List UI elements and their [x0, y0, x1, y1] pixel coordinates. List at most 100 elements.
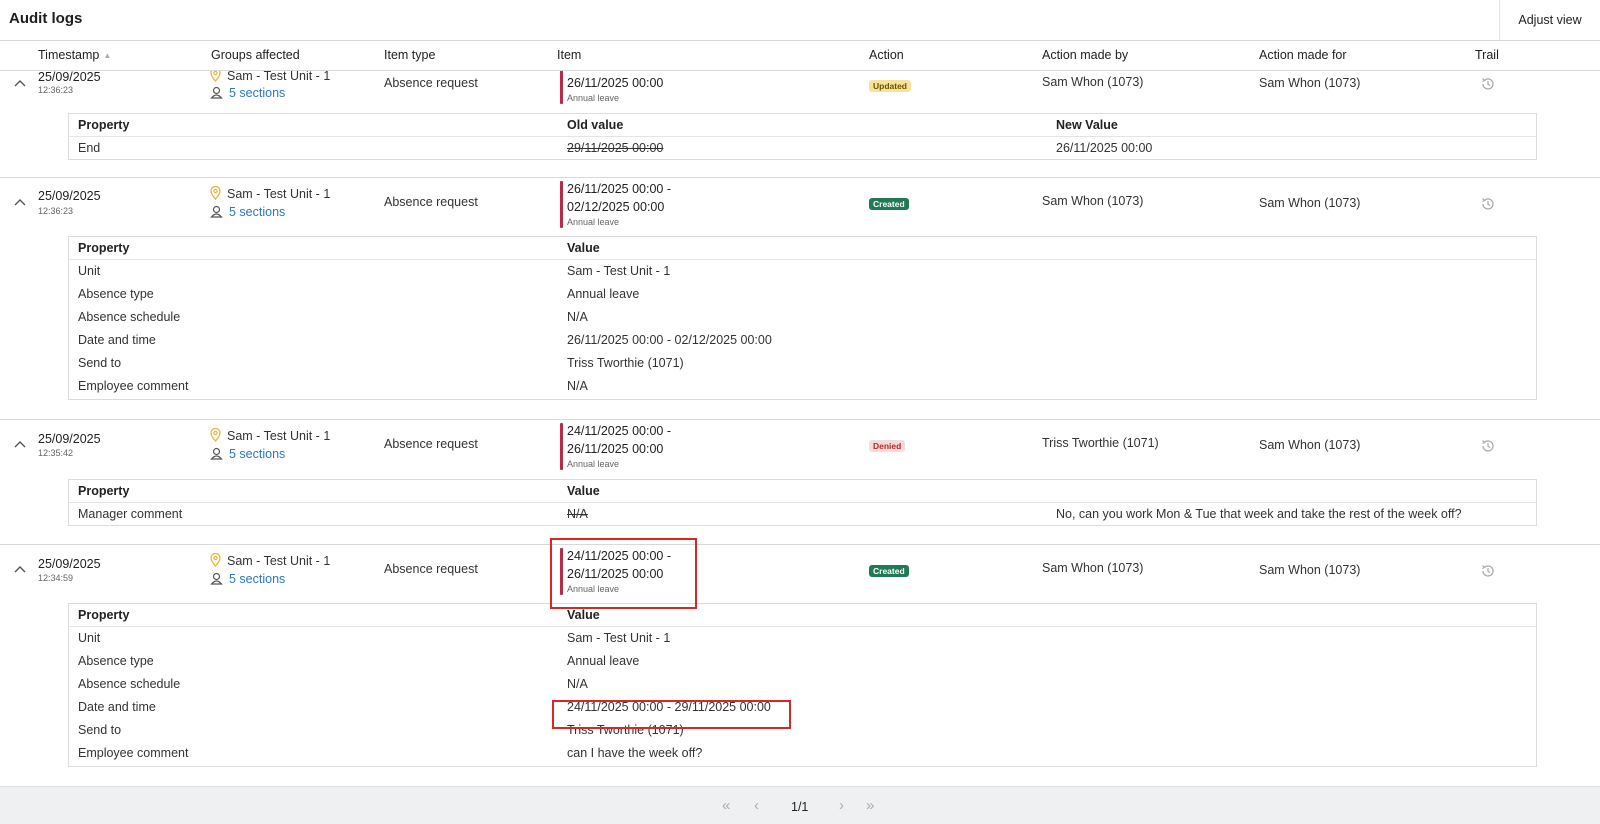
item-type: Absence request — [384, 195, 478, 209]
footer: « ‹ 1/1 › » — [0, 786, 1600, 824]
detail-value: 26/11/2025 00:00 - 02/12/2025 00:00 — [567, 333, 772, 347]
table-row: 25/09/2025 12:35:42 Sam - Test Unit - 1 … — [0, 420, 1600, 545]
trail-button[interactable] — [1480, 438, 1496, 454]
row-detail-table: Property Value Unit Sam - Test Unit - 1 A… — [68, 603, 1537, 767]
detail-property: Unit — [78, 631, 101, 645]
table-header: Timestamp ▲ Groups affected Item type Ite… — [0, 41, 1600, 71]
column-header-action: Action — [869, 48, 904, 62]
trail-button[interactable] — [1480, 563, 1496, 579]
group-unit-label: Sam - Test Unit - 1 — [227, 71, 331, 83]
sections-label: 5 sections — [229, 572, 286, 586]
timestamp-time: 12:36:23 — [38, 85, 74, 95]
detail-row: Date and time 24/11/2025 00:00 - 29/11/20… — [69, 696, 1536, 719]
timestamp-time: 12:35:42 — [38, 448, 74, 458]
sections-link[interactable]: 5 sections — [210, 205, 285, 221]
timestamp-date: 25/09/2025 — [38, 432, 101, 446]
row-detail-table: Property Value Manager comment N/A No, c… — [68, 479, 1537, 526]
detail-header-value: Value — [567, 608, 600, 622]
group-unit: Sam - Test Unit - 1 — [210, 185, 331, 203]
detail-value: N/A — [567, 379, 588, 393]
column-header-timestamp[interactable]: Timestamp ▲ — [38, 48, 111, 62]
double-chevron-left-icon: « — [722, 797, 731, 814]
highlight-date-box — [552, 700, 791, 729]
collapse-row-button[interactable] — [13, 78, 27, 88]
action-made-by: Triss Tworthie (1071) — [1042, 436, 1159, 450]
group-unit-label: Sam - Test Unit - 1 — [227, 429, 331, 443]
next-page-button[interactable]: › — [839, 798, 844, 813]
detail-row: Unit Sam - Test Unit - 1 — [69, 627, 1536, 650]
detail-value: N/A — [567, 310, 588, 324]
column-header-made-for: Action made for — [1259, 48, 1347, 62]
table-row: 25/09/2025 12:36:23 Sam - Test Unit - 1 … — [0, 71, 1600, 178]
sections-label: 5 sections — [229, 205, 286, 219]
first-page-button[interactable]: « — [722, 797, 731, 814]
history-icon — [1480, 198, 1496, 215]
sections-link[interactable]: 5 sections — [210, 572, 285, 588]
page-indicator: 1/1 — [791, 800, 809, 814]
sections-link[interactable]: 5 sections — [210, 86, 285, 102]
detail-property: Date and time — [78, 700, 156, 714]
item-type: Absence request — [384, 437, 478, 451]
item-type: Absence request — [384, 562, 478, 576]
history-icon — [1480, 565, 1496, 582]
detail-old-value: N/A — [567, 507, 588, 521]
item-line: 26/11/2025 00:00 — [567, 442, 664, 456]
group-unit: Sam - Test Unit - 1 — [210, 427, 331, 445]
item-line: 24/11/2025 00:00 - — [567, 424, 672, 438]
row-detail-table: Property Old value New Value End 29/11/2… — [68, 113, 1537, 160]
detail-new-value: No, can you work Mon & Tue that week and… — [1056, 507, 1462, 521]
item-sub: Annual leave — [567, 459, 620, 469]
detail-value: Annual leave — [567, 654, 640, 668]
table-row: 25/09/2025 12:36:23 Sam - Test Unit - 1 … — [0, 178, 1600, 420]
detail-row: End 29/11/2025 00:00 26/11/2025 00:00 — [69, 137, 1536, 160]
group-unit: Sam - Test Unit - 1 — [210, 71, 330, 85]
detail-row: Employee comment N/A — [69, 375, 1536, 398]
collapse-row-button[interactable] — [13, 564, 27, 574]
status-badge: Created — [869, 198, 909, 210]
page-title: Audit logs — [9, 10, 83, 27]
detail-property: Absence schedule — [78, 677, 181, 691]
detail-row: Date and time 26/11/2025 00:00 - 02/12/20… — [69, 329, 1536, 352]
person-pin-icon — [210, 447, 223, 463]
detail-header-property: Property — [78, 484, 130, 498]
action-made-for: Sam Whon (1073) — [1259, 76, 1361, 90]
group-unit-label: Sam - Test Unit - 1 — [227, 187, 331, 201]
action-made-for: Sam Whon (1073) — [1259, 438, 1361, 452]
detail-value: Annual leave — [567, 287, 640, 301]
chevron-left-icon: ‹ — [754, 797, 759, 814]
item-accent-bar — [560, 181, 563, 228]
detail-property: Date and time — [78, 333, 156, 347]
detail-row: Employee comment can I have the week off? — [69, 742, 1536, 765]
detail-property: Employee comment — [78, 379, 189, 393]
sort-icon[interactable]: ▲ — [103, 51, 111, 60]
detail-value: Sam - Test Unit - 1 — [567, 264, 671, 278]
column-header-made-by: Action made by — [1042, 48, 1129, 62]
prev-page-button[interactable]: ‹ — [754, 797, 759, 814]
collapse-row-button[interactable] — [13, 439, 27, 449]
person-pin-icon — [210, 86, 223, 102]
status-badge: Denied — [869, 440, 906, 452]
trail-button[interactable] — [1480, 196, 1496, 212]
sections-label: 5 sections — [229, 86, 286, 100]
sections-link[interactable]: 5 sections — [210, 447, 285, 463]
detail-header-property: Property — [78, 241, 130, 255]
item-sub: Annual leave — [567, 217, 620, 227]
person-pin-icon — [210, 205, 223, 221]
detail-header: Property Value — [69, 480, 1536, 503]
detail-value: Triss Tworthie (1071) — [567, 356, 684, 370]
location-pin-icon — [210, 552, 221, 570]
audit-log-list: 25/09/2025 12:36:23 Sam - Test Unit - 1 … — [0, 71, 1600, 786]
history-icon — [1480, 440, 1496, 457]
item-accent-bar — [560, 71, 563, 104]
sections-label: 5 sections — [229, 447, 286, 461]
detail-header: Property Old value New Value — [69, 114, 1536, 137]
last-page-button[interactable]: » — [866, 797, 875, 814]
location-pin-icon — [210, 427, 221, 445]
detail-property: Absence schedule — [78, 310, 181, 324]
detail-row: Absence type Annual leave — [69, 650, 1536, 673]
adjust-view-button[interactable]: Adjust view — [1499, 0, 1600, 40]
detail-row: Send to Triss Tworthie (1071) — [69, 719, 1536, 742]
collapse-row-button[interactable] — [13, 197, 27, 207]
trail-button[interactable] — [1480, 76, 1496, 92]
double-chevron-right-icon: » — [866, 797, 875, 814]
